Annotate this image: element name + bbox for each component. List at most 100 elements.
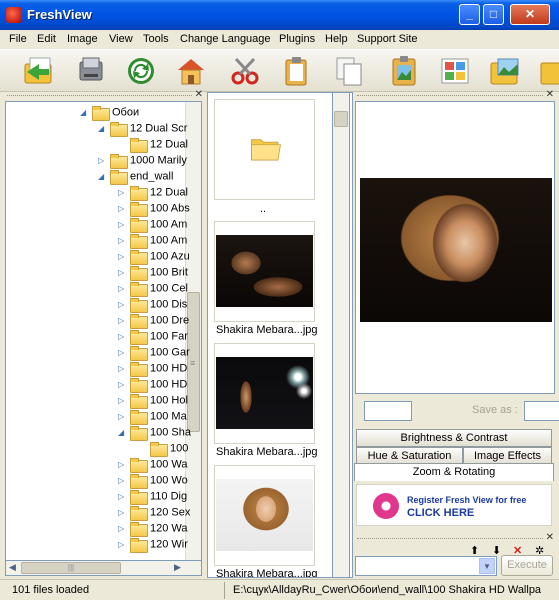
tree-item[interactable]: ◢ 12 Dual Scr: [98, 122, 187, 138]
tree-item[interactable]: ▷ 100 Azu: [118, 250, 190, 266]
expanded-arrow-icon[interactable]: ◢: [98, 124, 108, 133]
tree-item[interactable]: ▷ 100 Cel: [118, 282, 188, 298]
collapsed-arrow-icon[interactable]: ▷: [118, 508, 128, 517]
menu-change-language[interactable]: Change Language: [180, 33, 271, 45]
tree-item[interactable]: ▷ 100 Abs: [118, 202, 190, 218]
tree-item[interactable]: ▷ 110 Dig: [118, 490, 187, 506]
collapsed-arrow-icon[interactable]: ▷: [118, 380, 128, 389]
tree-item[interactable]: ▷ 100 Am: [118, 218, 187, 234]
collapsed-arrow-icon[interactable]: ▷: [118, 220, 128, 229]
collapsed-arrow-icon[interactable]: ▷: [118, 252, 128, 261]
tree-item[interactable]: ◢ Обои: [80, 106, 139, 122]
collapsed-arrow-icon[interactable]: ▷: [118, 460, 128, 469]
tree-item[interactable]: ▷ 100 Wa: [118, 458, 188, 474]
scanner-button[interactable]: [74, 54, 108, 88]
close-button[interactable]: ✕: [510, 4, 550, 25]
close-tree-pane-icon[interactable]: ✕: [195, 89, 203, 100]
expanded-arrow-icon[interactable]: ◢: [98, 172, 108, 181]
collapsed-arrow-icon[interactable]: ▷: [98, 156, 108, 165]
copy-button[interactable]: [332, 54, 366, 88]
expanded-arrow-icon[interactable]: ◢: [118, 428, 128, 437]
folder-tree[interactable]: ≡ ◢ Обои ◢ 12 Dual Scr 12 Dual ▷ 1000 Marily ◢ e…: [5, 101, 202, 561]
menu-tools[interactable]: Tools: [143, 33, 169, 45]
collapsed-arrow-icon[interactable]: ▷: [118, 348, 128, 357]
tree-item[interactable]: ▷ 1000 Marily: [98, 154, 187, 170]
collapsed-arrow-icon[interactable]: ▷: [118, 396, 128, 405]
tree-item[interactable]: ▷ 100 Dre: [118, 314, 189, 330]
more-toolbar-button[interactable]: [538, 54, 559, 88]
tree-item[interactable]: 12 Dual: [118, 138, 188, 154]
collapsed-arrow-icon[interactable]: ▷: [118, 492, 128, 501]
collapsed-arrow-icon[interactable]: ▷: [118, 412, 128, 421]
horizontal-scroll-thumb[interactable]: |||: [21, 562, 121, 574]
collapsed-arrow-icon[interactable]: ▷: [118, 284, 128, 293]
menu-file[interactable]: File: [9, 33, 27, 45]
paste-button[interactable]: [280, 54, 314, 88]
scroll-right-icon[interactable]: ▶: [174, 562, 181, 573]
tab-zoom-rotating[interactable]: Zoom & Rotating: [354, 463, 554, 481]
thumbnail-scroll-thumb[interactable]: [334, 111, 348, 127]
tree-item[interactable]: ▷ 100 Ma: [118, 410, 187, 426]
collapsed-arrow-icon[interactable]: ▷: [118, 316, 128, 325]
menu-plugins[interactable]: Plugins: [279, 33, 315, 45]
collapsed-arrow-icon[interactable]: ▷: [118, 524, 128, 533]
tree-item[interactable]: ▷ 100 Wo: [118, 474, 188, 490]
menu-image[interactable]: Image: [67, 33, 98, 45]
tree-item[interactable]: ▷ 100 Gar: [118, 346, 190, 362]
tree-item[interactable]: ◢ end_wall: [98, 170, 173, 186]
tree-item[interactable]: ▷ 100 Hol: [118, 394, 188, 410]
save-as-input[interactable]: [524, 401, 559, 421]
tree-item[interactable]: ▷ 120 Wa: [118, 522, 188, 538]
menu-support-site[interactable]: Support Site: [357, 33, 418, 45]
tree-item[interactable]: ▷ 120 Sex: [118, 506, 190, 522]
tree-item[interactable]: ▷ 120 Wir: [118, 538, 188, 554]
tree-item[interactable]: ▷ 12 Dual: [118, 186, 188, 202]
tree-item[interactable]: ▷ 100 Far: [118, 330, 188, 346]
tree-item[interactable]: ▷ 100 Brit: [118, 266, 188, 282]
chevron-down-icon[interactable]: ▼: [479, 558, 495, 574]
tab-brightness-contrast[interactable]: Brightness & Contrast: [356, 429, 552, 447]
tree-horizontal-scrollbar[interactable]: ◀ ||| ▶: [5, 560, 202, 576]
tree-item[interactable]: ▷ 100 Dis: [118, 298, 187, 314]
scroll-left-icon[interactable]: ◀: [9, 562, 16, 573]
images-folder-button[interactable]: [488, 54, 522, 88]
tree-item[interactable]: ▷ 100 HD: [118, 378, 187, 394]
maximize-button[interactable]: □: [483, 4, 504, 25]
menu-help[interactable]: Help: [325, 33, 348, 45]
register-banner[interactable]: Register Fresh View for free CLICK HERE: [356, 484, 552, 526]
action-select[interactable]: ▼: [355, 556, 497, 576]
refresh-button[interactable]: [124, 54, 158, 88]
collapsed-arrow-icon[interactable]: ▷: [118, 364, 128, 373]
collapsed-arrow-icon[interactable]: ▷: [118, 332, 128, 341]
home-button[interactable]: [174, 54, 208, 88]
parent-folder-thumbnail[interactable]: [214, 99, 315, 200]
minimize-button[interactable]: _: [459, 4, 480, 25]
collapsed-arrow-icon[interactable]: ▷: [118, 300, 128, 309]
collapsed-arrow-icon[interactable]: ▷: [118, 188, 128, 197]
thumbnail-scrollbar[interactable]: [332, 92, 350, 578]
close-preview-pane-icon[interactable]: ✕: [546, 89, 554, 100]
title-bar[interactable]: FreshView _ □ ✕: [0, 0, 559, 30]
width-input[interactable]: [364, 401, 412, 421]
collapsed-arrow-icon[interactable]: ▷: [118, 540, 128, 549]
cut-button[interactable]: [228, 54, 262, 88]
open-folder-button[interactable]: [22, 54, 56, 88]
expanded-arrow-icon[interactable]: ◢: [80, 108, 90, 117]
tree-item[interactable]: ▷ 100 Am: [118, 234, 187, 250]
tree-item[interactable]: 100: [138, 442, 188, 458]
tree-item[interactable]: ◢ 100 Sha: [118, 426, 191, 442]
mosaic-button[interactable]: [438, 54, 472, 88]
execute-button[interactable]: Execute: [501, 555, 553, 576]
collapsed-arrow-icon[interactable]: ▷: [118, 204, 128, 213]
thumbnail-1[interactable]: [214, 221, 315, 322]
collapsed-arrow-icon[interactable]: ▷: [118, 476, 128, 485]
clipboard-image-button[interactable]: [387, 54, 421, 88]
collapsed-arrow-icon[interactable]: ▷: [118, 268, 128, 277]
collapsed-arrow-icon[interactable]: ▷: [118, 236, 128, 245]
close-actions-pane-icon[interactable]: ✕: [546, 532, 554, 543]
menu-edit[interactable]: Edit: [37, 33, 56, 45]
tree-item[interactable]: ▷ 100 HD: [118, 362, 187, 378]
menu-view[interactable]: View: [109, 33, 133, 45]
thumbnail-3[interactable]: [214, 465, 315, 566]
thumbnail-2[interactable]: [214, 343, 315, 444]
